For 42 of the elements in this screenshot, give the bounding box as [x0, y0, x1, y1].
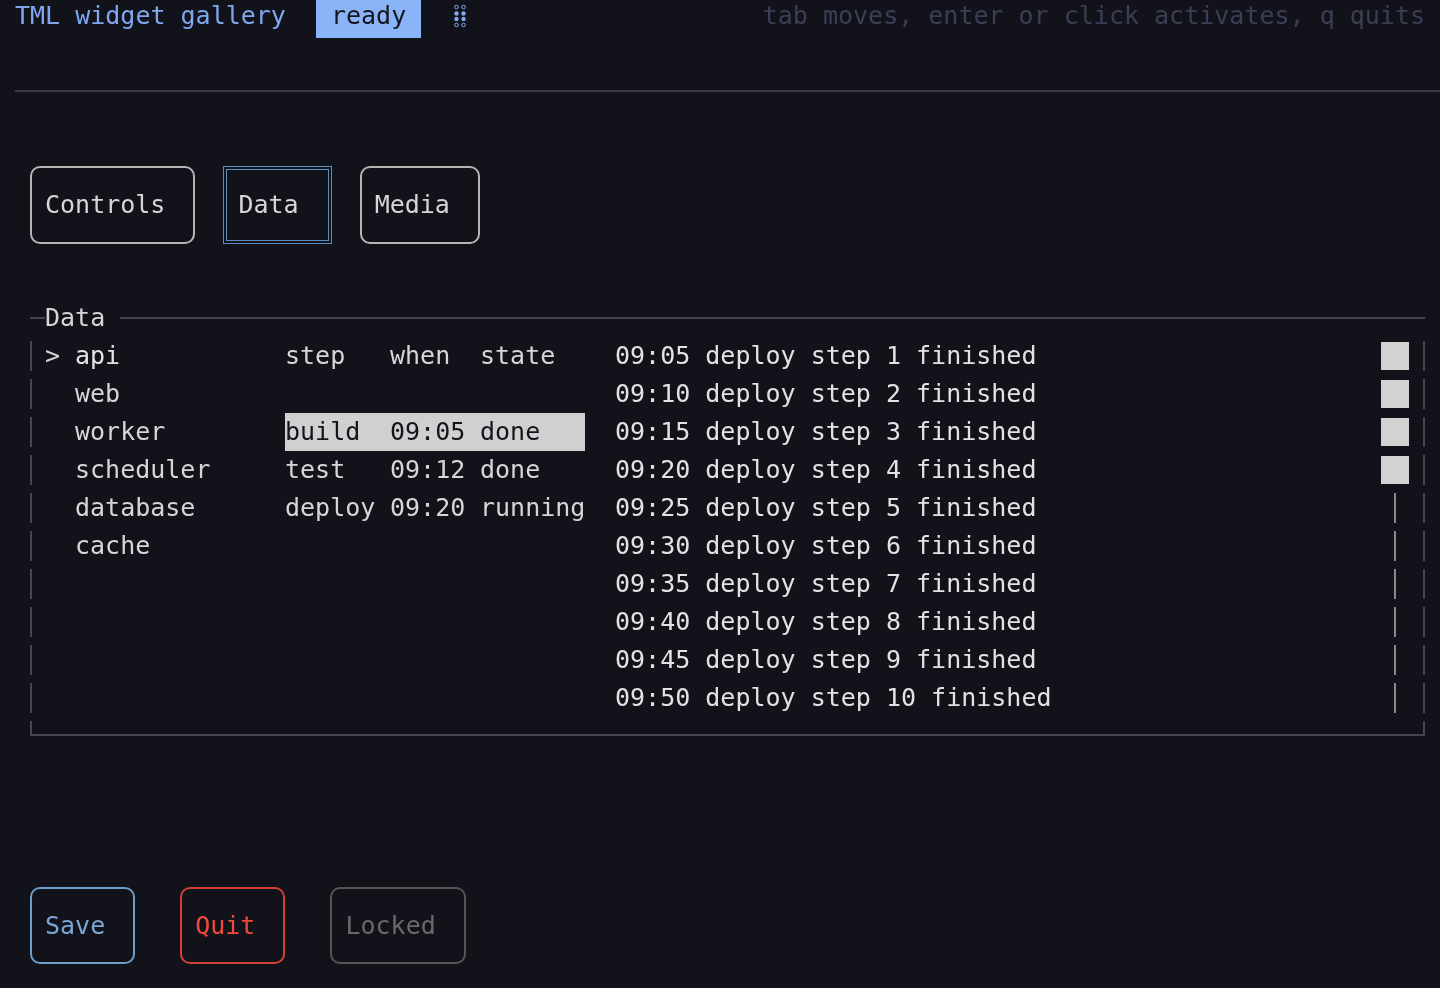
list-item[interactable]: scheduler	[75, 451, 211, 489]
log-line: 09:25 deploy step 5 finished	[615, 492, 1038, 524]
dots-icon	[454, 4, 467, 28]
table-cell-text: done	[480, 416, 542, 448]
tab[interactable]: Data	[223, 166, 332, 244]
list-item[interactable]: api	[75, 337, 121, 375]
log-line: 09:05 deploy step 1 finished	[615, 340, 1038, 372]
log-line: 09:10 deploy step 2 finished	[615, 378, 1038, 410]
cursor-marker: >	[45, 341, 61, 370]
table-cell-text: running	[480, 492, 585, 524]
table-cell-text: deploy	[285, 492, 377, 524]
panel-title: Data	[45, 303, 106, 332]
column-header: when	[390, 340, 452, 372]
table-cell-text: build	[285, 416, 362, 448]
log-line: 09:15 deploy step 3 finished	[615, 416, 1038, 448]
table-cell-text: done	[480, 454, 542, 486]
key-hint: tab moves, enter or click activates, q quits	[762, 0, 1426, 32]
table-cell-text: 09:20	[390, 492, 467, 524]
table-row[interactable]: test 09:12 done	[285, 451, 585, 489]
table-row[interactable]: build 09:05 done	[285, 413, 585, 451]
status-badge: ready	[315, 0, 422, 38]
tab[interactable]: Controls	[30, 166, 196, 244]
log-line: 09:35 deploy step 7 finished	[615, 568, 1038, 600]
tab[interactable]: Media	[359, 166, 480, 244]
log-line: 09:50 deploy step 10 finished	[615, 682, 1053, 714]
log-line: 09:40 deploy step 8 finished	[615, 606, 1038, 638]
table-cell-text: 09:12	[390, 454, 467, 486]
log-line: 09:45 deploy step 9 finished	[615, 644, 1038, 676]
button[interactable]: Quit	[180, 887, 286, 964]
column-header: state	[480, 340, 557, 372]
table-cell-text: 09:05	[390, 416, 467, 448]
log-line: 09:30 deploy step 6 finished	[615, 530, 1038, 562]
app-title: TML widget gallery	[15, 0, 286, 32]
list-item[interactable]: web	[75, 375, 121, 413]
list-item[interactable]: worker	[75, 413, 166, 451]
column-header: step	[285, 340, 347, 372]
table-row[interactable]: deploy 09:20 running	[285, 489, 585, 527]
table-cell-text: test	[285, 454, 347, 486]
list-item[interactable]: cache	[75, 527, 151, 565]
log-line: 09:20 deploy step 4 finished	[615, 454, 1038, 486]
button[interactable]: Save	[30, 887, 136, 964]
list-item[interactable]: database	[75, 489, 196, 527]
